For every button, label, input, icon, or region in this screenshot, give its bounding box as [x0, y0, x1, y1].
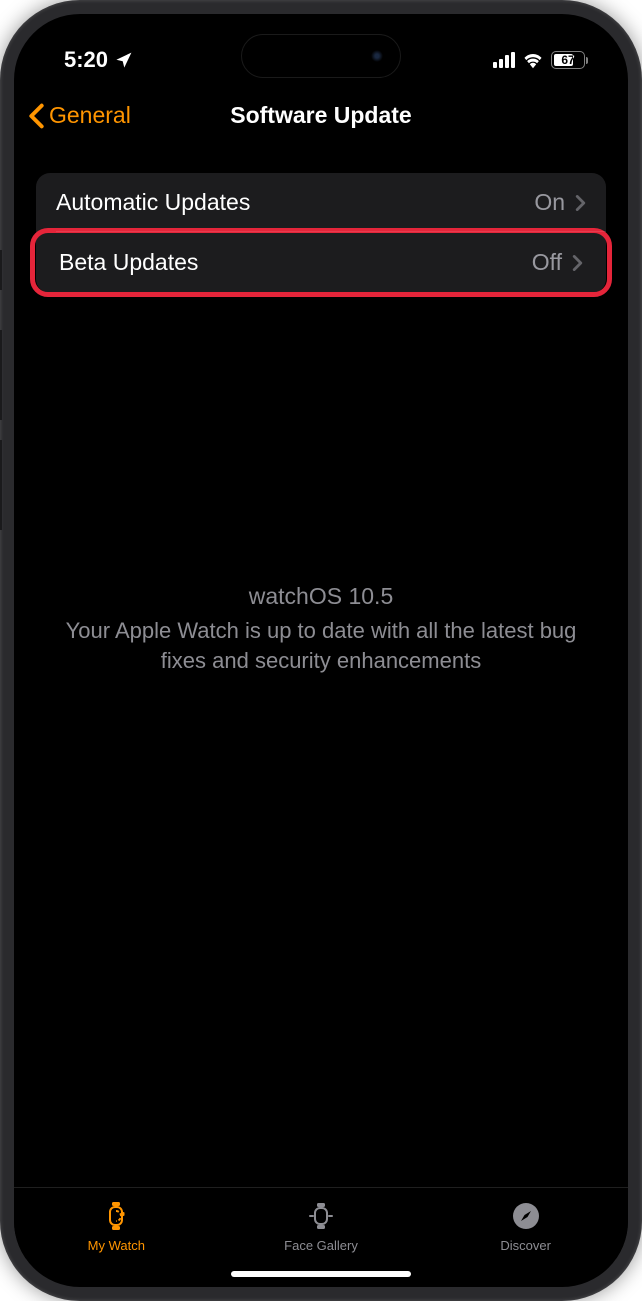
chevron-left-icon — [28, 103, 45, 129]
status-right: 67 — [493, 51, 588, 69]
status-left: 5:20 — [64, 47, 133, 73]
row-value: Off — [532, 249, 562, 276]
status-message: Your Apple Watch is up to date with all … — [56, 616, 586, 675]
tab-label: My Watch — [88, 1238, 145, 1253]
row-beta-updates[interactable]: Beta Updates Off — [35, 233, 607, 292]
update-status: watchOS 10.5 Your Apple Watch is up to d… — [36, 583, 606, 675]
tab-my-watch[interactable]: My Watch — [14, 1198, 219, 1253]
location-icon — [114, 51, 133, 70]
face-gallery-icon — [308, 1198, 334, 1234]
chevron-right-icon — [572, 254, 583, 272]
phone-frame: 5:20 67 — [0, 0, 642, 1301]
back-label: General — [49, 102, 131, 129]
tab-bar: My Watch Face Gallery — [14, 1187, 628, 1259]
row-value: On — [534, 189, 565, 216]
watch-icon — [102, 1198, 130, 1234]
row-label: Automatic Updates — [56, 189, 524, 216]
battery-icon: 67 — [551, 51, 588, 69]
os-version: watchOS 10.5 — [56, 583, 586, 610]
wifi-icon — [522, 51, 544, 69]
status-time: 5:20 — [64, 47, 108, 73]
row-label: Beta Updates — [59, 249, 522, 276]
back-button[interactable]: General — [28, 102, 131, 129]
compass-icon — [511, 1198, 541, 1234]
settings-list: Automatic Updates On Beta Updates Off — [36, 173, 606, 293]
home-indicator[interactable] — [231, 1271, 411, 1277]
cellular-icon — [493, 52, 515, 68]
battery-percent: 67 — [552, 53, 584, 67]
tab-label: Face Gallery — [284, 1238, 358, 1253]
screen: 5:20 67 — [14, 14, 628, 1287]
tab-discover[interactable]: Discover — [423, 1198, 628, 1253]
tab-label: Discover — [500, 1238, 551, 1253]
dynamic-island — [241, 34, 401, 78]
chevron-right-icon — [575, 194, 586, 212]
tab-face-gallery[interactable]: Face Gallery — [219, 1198, 424, 1253]
content: Automatic Updates On Beta Updates Off — [14, 147, 628, 1187]
highlight-annotation: Beta Updates Off — [30, 228, 612, 297]
row-automatic-updates[interactable]: Automatic Updates On — [36, 173, 606, 232]
nav-bar: General Software Update — [14, 84, 628, 147]
